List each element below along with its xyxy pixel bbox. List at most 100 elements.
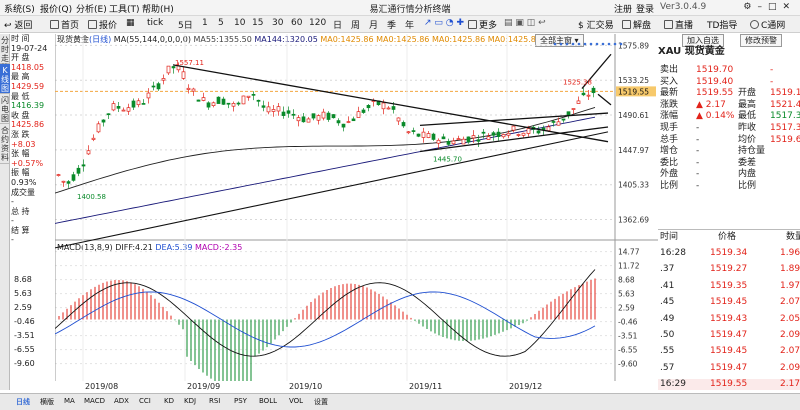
live-button[interactable]: 直播 [664, 18, 693, 31]
candle-body [91, 137, 96, 140]
info-value: 19-07-24 [11, 43, 48, 53]
back-button[interactable]: ↩ 返回 [4, 18, 32, 31]
extra-tool-icons[interactable]: ▤ ▣ ◫ ↩ [504, 18, 546, 28]
indicator-tab[interactable]: 日线 [16, 397, 30, 407]
info-label: 涨 跌 [11, 129, 30, 139]
candle-body [126, 107, 131, 112]
candle-body [426, 133, 431, 138]
c-net-button[interactable]: C通网 [750, 18, 785, 31]
period-week[interactable]: 周 [351, 18, 360, 31]
period-1[interactable]: 1 [202, 18, 208, 28]
candle-body [76, 167, 81, 174]
home-button[interactable]: 首页 [50, 18, 79, 31]
tick-row: .55 1519.45 2.07 [660, 346, 800, 357]
fx-trade-button[interactable]: $ 汇交易 [578, 18, 614, 31]
date-axis-label: 2019/09 [187, 382, 221, 391]
menu-quote[interactable]: 报价(Q) [40, 2, 72, 15]
indicator-tab[interactable]: MA [64, 397, 75, 405]
indicator-tab[interactable]: 横版 [40, 397, 54, 407]
indicator-tab[interactable]: RSI [209, 397, 220, 405]
quote-label: 委比 [660, 157, 679, 168]
candle-body [311, 113, 316, 119]
candle-body [546, 126, 551, 132]
maximize-icon[interactable]: □ [768, 2, 783, 12]
trendline-channel-top [419, 112, 609, 126]
close-icon[interactable]: ✕ [782, 2, 796, 12]
period-month[interactable]: 月 [369, 18, 378, 31]
login-link[interactable]: 登录 [636, 2, 654, 15]
trendlines: 1557.11 1400.58 1445.70 1525.38 [55, 53, 612, 249]
last-price-label: 1519.55 [618, 87, 649, 96]
period-60[interactable]: 60 [291, 18, 302, 28]
price-axis-label: 1447.97 [618, 146, 649, 155]
tick-button[interactable]: tick [147, 18, 163, 28]
macd-left-axis-label: -9.60 [14, 358, 35, 368]
quote-label: 最新 [660, 88, 679, 99]
tab-kline[interactable]: K线图 [0, 64, 10, 94]
quote-value: 1519.40 [696, 76, 734, 87]
candle-body [56, 174, 61, 176]
candle-body [276, 106, 281, 112]
period-quarter[interactable]: 季 [387, 18, 396, 31]
quote-label-2: 均价 [738, 134, 757, 145]
period-10[interactable]: 10 [234, 18, 245, 28]
period-year[interactable]: 年 [405, 18, 414, 31]
menu-system[interactable]: 系统(S) [4, 2, 35, 15]
td-guide-button[interactable]: TD指导 [707, 18, 737, 31]
indicator-tab[interactable]: BOLL [259, 397, 277, 405]
candle-body [201, 97, 206, 101]
settings-icon[interactable]: ⚙ [743, 2, 757, 12]
tab-timeshare[interactable]: 分时走势 [0, 34, 10, 72]
menu-tools[interactable]: 工具(T) [109, 2, 140, 15]
quote-row: 委比 - 委差 [658, 158, 800, 169]
unlock-button[interactable]: 解盘 [622, 18, 651, 31]
candle-body [106, 113, 111, 116]
menu-analysis[interactable]: 分析(E) [76, 2, 107, 15]
info-value: 1429.59 [11, 81, 45, 91]
quote-label-2: 开盘 [738, 88, 757, 99]
quote-button[interactable]: 报价 [88, 18, 117, 31]
period-day[interactable]: 日 [333, 18, 342, 31]
candle-body [211, 102, 216, 106]
indicator-tab[interactable]: ADX [114, 397, 129, 405]
candle-body [226, 102, 231, 105]
period-120[interactable]: 120 [309, 18, 326, 28]
indicator-tab[interactable]: 设置 [314, 397, 328, 407]
quote-icon [88, 20, 97, 29]
info-label: 结 算 [11, 225, 30, 235]
period-30[interactable]: 30 [272, 18, 283, 28]
date-axis-label: 2019/12 [509, 382, 543, 391]
candle-body [391, 106, 396, 110]
indicator-tab[interactable]: KDJ [184, 397, 196, 405]
draw-tools-icons[interactable]: ↗ ▭ ◔ ✚ [424, 18, 464, 28]
menu-help[interactable]: 帮助(H) [142, 2, 174, 15]
period-15[interactable]: 15 [252, 18, 263, 28]
quote-label: 比例 [660, 181, 679, 191]
minimize-icon[interactable]: – [757, 2, 768, 12]
info-value: - [11, 197, 14, 207]
macd-left-axis-label: -6.55 [14, 344, 35, 354]
register-link[interactable]: 注册 [614, 2, 632, 15]
tick-row: .57 1519.47 2.09 [660, 362, 800, 373]
indicator-tab[interactable]: PSY [234, 397, 247, 405]
quote-label: 总手 [660, 134, 679, 145]
more-button[interactable]: 更多 [468, 18, 497, 31]
chart-icon[interactable]: ▦ [126, 18, 135, 28]
window-controls[interactable]: ⚙–□✕ [743, 2, 796, 12]
app-title: 易汇通行情分析终端 [369, 5, 451, 15]
candle-body [306, 118, 311, 123]
date-axis-label: 2019/08 [85, 382, 119, 391]
alert-dot [583, 42, 587, 46]
tab-flash[interactable]: 闪电图 [0, 94, 10, 124]
tab-contract-info[interactable]: 合约资料 [0, 124, 10, 164]
indicator-tab[interactable]: CCI [139, 397, 151, 405]
quote-value-2: 1521.4 [770, 99, 800, 110]
period-5d[interactable]: 5日 [178, 18, 193, 31]
indicator-tab[interactable]: MACD [84, 397, 105, 405]
quote-label: 增仓 [660, 146, 679, 157]
period-5[interactable]: 5 [218, 18, 224, 28]
kline-chart[interactable]: 1557.11 1400.58 1445.70 1525.38 1575.89 1533… [55, 34, 658, 381]
indicator-tab[interactable]: KD [164, 397, 174, 405]
toolbar: ↩ 返回 首页 报价 ▦ tick 5日 1 5 10 15 30 60 120… [0, 16, 800, 33]
indicator-tab[interactable]: VOL [289, 397, 303, 405]
